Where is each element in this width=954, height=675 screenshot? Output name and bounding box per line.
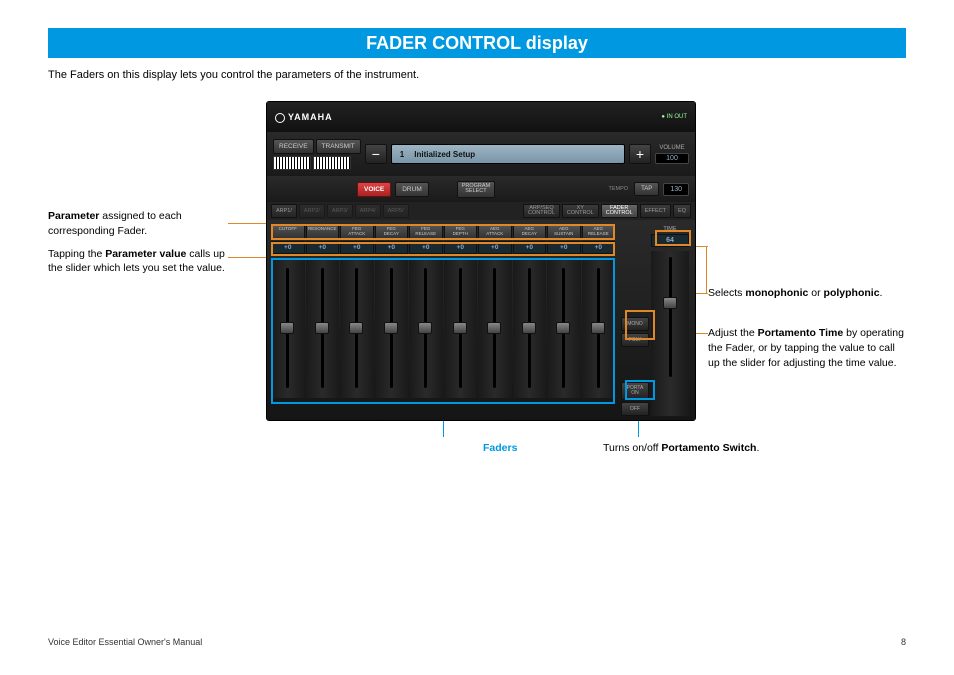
yamaha-logo: YAMAHA [275, 112, 333, 123]
tab-6[interactable]: ARP/SEQ CONTROL [523, 204, 560, 218]
param-label-7: AEG DECAY [513, 224, 547, 239]
param-label-5: FEG DEPTH [444, 224, 478, 239]
intro-text: The Faders on this display lets you cont… [48, 68, 906, 83]
setup-display[interactable]: 1 Initialized Setup [391, 144, 625, 164]
io-indicator: ● IN OUT [661, 114, 687, 120]
device-screenshot: YAMAHA ● IN OUT RECEIVE TRANSMIT − 1 [266, 101, 696, 421]
tab-2[interactable]: ARP3/ [327, 204, 353, 218]
param-label-2: FEG ATTACK [340, 224, 374, 239]
param-label-0: CUTOFF [271, 224, 305, 239]
fader-control-body: CUTOFFRESONANCEFEG ATTACKFEG DECAYFEG RE… [267, 220, 695, 420]
program-select-button[interactable]: PROGRAM SELECT [457, 181, 495, 198]
callout-monopoly: Selects monophonic or polyphonic. [708, 286, 908, 301]
tab-9[interactable]: EFFECT [640, 204, 671, 218]
time-fader[interactable] [651, 251, 689, 416]
minus-button[interactable]: − [365, 144, 387, 164]
param-value-1[interactable]: +0 [306, 241, 340, 254]
param-value-7[interactable]: +0 [513, 241, 547, 254]
portamento-off-button[interactable]: OFF [621, 402, 649, 416]
device-header: YAMAHA ● IN OUT [267, 102, 695, 132]
param-value-9[interactable]: +0 [582, 241, 616, 254]
plus-button[interactable]: + [629, 144, 651, 164]
param-value-2[interactable]: +0 [340, 241, 374, 254]
fader-5[interactable] [444, 258, 478, 398]
keyboard-icon[interactable] [273, 156, 311, 170]
device-toolbar: RECEIVE TRANSMIT − 1 Initialized Setup +… [267, 132, 695, 176]
device-row3: VOICE DRUM PROGRAM SELECT TEMPO TAP 130 [267, 176, 695, 202]
page-number: 8 [901, 637, 906, 647]
tab-1[interactable]: ARP2/ [299, 204, 325, 218]
time-label: TIME [651, 224, 689, 234]
tab-10[interactable]: EQ [673, 204, 691, 218]
tempo-label: TEMPO [609, 186, 629, 192]
fader-2[interactable] [340, 258, 374, 398]
transmit-button[interactable]: TRANSMIT [316, 139, 361, 154]
param-label-1: RESONANCE [306, 224, 340, 239]
param-label-3: FEG DECAY [375, 224, 409, 239]
param-value-8[interactable]: +0 [547, 241, 581, 254]
tab-5 [411, 204, 521, 218]
time-value[interactable]: 64 [651, 234, 689, 247]
poly-button[interactable]: POLY [621, 333, 649, 347]
page-footer: Voice Editor Essential Owner's Manual 8 [48, 637, 906, 647]
leader-line [706, 246, 707, 294]
fader-1[interactable] [306, 258, 340, 398]
fader-4[interactable] [409, 258, 443, 398]
tab-0[interactable]: ARP1/ [271, 204, 297, 218]
mono-button[interactable]: MONO [621, 317, 649, 331]
fader-8[interactable] [547, 258, 581, 398]
tempo-value[interactable]: 130 [663, 183, 689, 196]
callout-portamento-switch: Turns on/off Portamento Switch. [603, 441, 759, 456]
fader-6[interactable] [478, 258, 512, 398]
fader-7[interactable] [513, 258, 547, 398]
receive-button[interactable]: RECEIVE [273, 139, 314, 154]
callout-faders: Faders [483, 441, 517, 456]
param-value-5[interactable]: +0 [444, 241, 478, 254]
param-value-4[interactable]: +0 [409, 241, 443, 254]
tap-button[interactable]: TAP [634, 182, 659, 196]
param-label-8: AEG SUSTAIN [547, 224, 581, 239]
tab-4[interactable]: ARP5/ [383, 204, 409, 218]
tab-8[interactable]: FADER CONTROL [601, 204, 638, 218]
tab-7[interactable]: XY CONTROL [562, 204, 599, 218]
param-value-0[interactable]: +0 [271, 241, 305, 254]
param-label-9: AEG RELEASE [582, 224, 616, 239]
tab-bar: ARP1/ARP2/ARP3/ARP4/ARP5/ARP/SEQ CONTROL… [267, 202, 695, 220]
param-label-4: FEG RELEASE [409, 224, 443, 239]
keyboard-icon[interactable] [313, 156, 351, 170]
volume-control[interactable]: VOLUME 100 [655, 145, 689, 164]
callout-parameter: Parameter assigned to each corresponding… [48, 209, 228, 276]
drum-button[interactable]: DRUM [395, 182, 429, 197]
fader-0[interactable] [271, 258, 305, 398]
callout-portamento-time: Adjust the Portamento Time by operating … [708, 326, 908, 370]
portamento-on-button[interactable]: PORTA ON [621, 382, 649, 400]
voice-button[interactable]: VOICE [357, 182, 391, 197]
param-value-3[interactable]: +0 [375, 241, 409, 254]
fader-9[interactable] [582, 258, 616, 398]
section-title: FADER CONTROL display [48, 28, 906, 58]
figure-layout: Parameter assigned to each corresponding… [48, 101, 906, 501]
tab-3[interactable]: ARP4/ [355, 204, 381, 218]
fader-3[interactable] [375, 258, 409, 398]
right-column: MONO POLY PORTA ON OFF TIME 64 [621, 224, 689, 416]
param-label-6: AEG ATTACK [478, 224, 512, 239]
footer-doc-title: Voice Editor Essential Owner's Manual [48, 637, 202, 647]
param-value-6[interactable]: +0 [478, 241, 512, 254]
